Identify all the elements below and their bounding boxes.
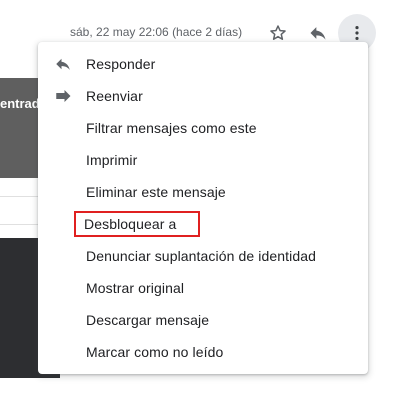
menu-item-label: Mostrar original (86, 280, 185, 296)
forward-icon (54, 87, 72, 105)
background-label-fragment: entrad (0, 96, 40, 111)
menu-item-show-original[interactable]: Mostrar original (38, 272, 368, 304)
message-options-menu: Responder Reenviar Filtrar mensajes como… (38, 42, 368, 374)
more-vertical-icon (355, 26, 359, 40)
menu-item-label: Eliminar este mensaje (86, 184, 226, 200)
menu-item-forward[interactable]: Reenviar (38, 80, 368, 112)
menu-item-reply[interactable]: Responder (38, 48, 368, 80)
menu-item-label: Desbloquear a (73, 211, 201, 237)
menu-item-label: Imprimir (86, 152, 138, 168)
menu-item-label: Filtrar mensajes como este (86, 120, 257, 136)
menu-item-download-message[interactable]: Descargar mensaje (38, 304, 368, 336)
menu-item-label: Reenviar (86, 88, 143, 104)
menu-item-report-phishing[interactable]: Denunciar suplantación de identidad (38, 240, 368, 272)
menu-item-unblock[interactable]: Desbloquear a (38, 208, 368, 240)
reply-icon (54, 55, 72, 73)
menu-item-label: Descargar mensaje (86, 312, 210, 328)
star-icon (270, 25, 286, 40)
menu-item-print[interactable]: Imprimir (38, 144, 368, 176)
reply-icon (310, 27, 326, 40)
menu-item-filter-similar[interactable]: Filtrar mensajes como este (38, 112, 368, 144)
menu-item-mark-unread[interactable]: Marcar como no leído (38, 336, 368, 368)
menu-item-label: Responder (86, 56, 156, 72)
menu-item-label: Denunciar suplantación de identidad (86, 248, 316, 264)
menu-item-label: Marcar como no leído (86, 344, 224, 360)
menu-item-delete-message[interactable]: Eliminar este mensaje (38, 176, 368, 208)
message-date: sáb, 22 may 22:06 (hace 2 días) (70, 25, 243, 39)
